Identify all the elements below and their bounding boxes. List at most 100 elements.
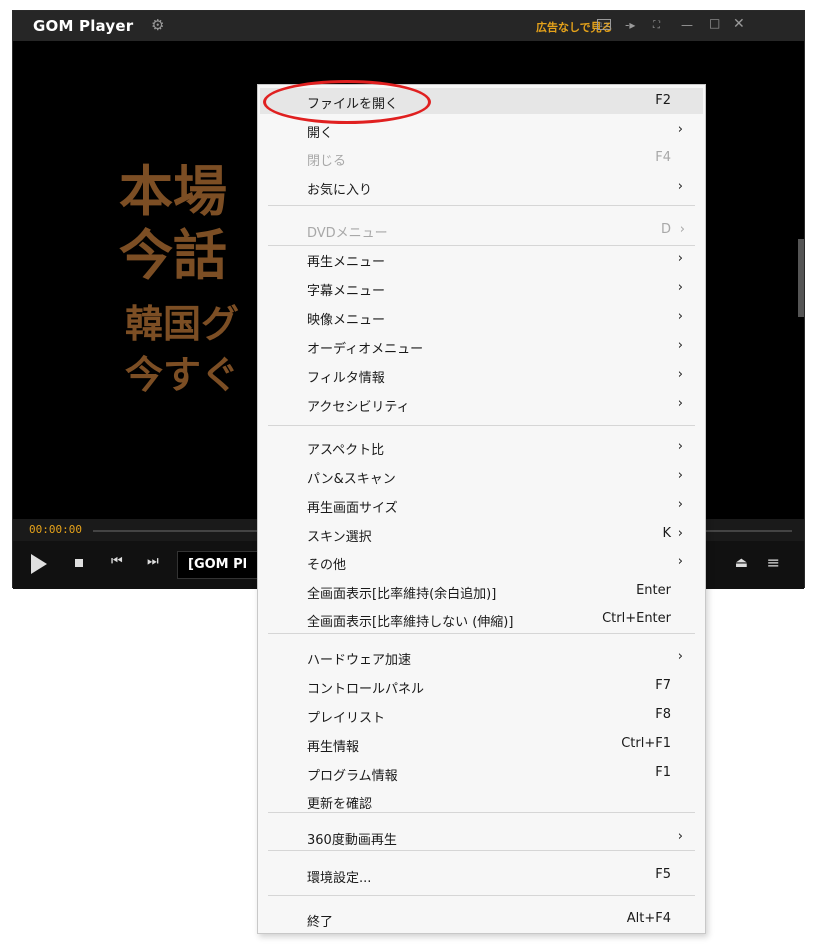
menu-item-label: 映像メニュー	[307, 313, 386, 328]
chevron-right-icon: ›	[677, 526, 683, 541]
menu-separator	[268, 812, 695, 813]
menu-item[interactable]: 全画面表示[比率維持しない (伸縮)] Ctrl+Enter	[260, 606, 703, 632]
menu-separator	[268, 205, 695, 206]
chevron-right-icon: ›	[677, 468, 683, 483]
menu-item-label: オーディオメニュー	[307, 342, 424, 357]
menu-item-label: 再生画面サイズ	[307, 501, 398, 516]
menu-item-label: 360度動画再生	[307, 833, 397, 848]
menu-item[interactable]: 再生画面サイズ ›	[260, 492, 703, 518]
ratio-button[interactable]: 1:1	[597, 19, 611, 30]
close-icon[interactable]: ✕	[733, 16, 745, 32]
menu-item-shortcut: Alt+F4	[626, 911, 671, 926]
menu-item[interactable]: その他 ›	[260, 549, 703, 575]
menu-item-shortcut: F8	[655, 707, 671, 722]
menu-item-shortcut: F2	[655, 93, 671, 108]
menu-item-label: 開く	[307, 126, 334, 141]
menu-item-label: お気に入り	[307, 183, 373, 198]
play-icon[interactable]	[31, 554, 47, 574]
menu-item[interactable]: フィルタ情報 ›	[260, 362, 703, 388]
menu-item-label: アスペクト比	[307, 443, 385, 458]
menu-item-shortcut: Enter	[636, 583, 671, 598]
menu-item-label: その他	[307, 558, 347, 573]
app-logo[interactable]: GOM Player	[33, 17, 133, 35]
menu-item[interactable]: 環境設定... F5	[260, 862, 703, 888]
menu-item-shortcut: Ctrl+Enter	[602, 611, 671, 626]
title-bar[interactable]: GOM Player ⚙ 広告なしで見る 1:1 ‑▸ ⛶ — □ ✕	[13, 11, 804, 41]
time-readout: 00:00:00	[29, 523, 82, 536]
menu-item[interactable]: オーディオメニュー ›	[260, 333, 703, 359]
menu-item[interactable]: プログラム情報 F1	[260, 760, 703, 786]
context-menu: ファイルを開く F2 開く › 閉じる F4 お気に入り › DVDメニュー D › 再生メニュー › 字…	[257, 84, 706, 934]
ad-banner-line: 今話	[119, 224, 227, 287]
maximize-icon[interactable]: □	[709, 16, 720, 30]
menu-item[interactable]: アスペクト比 ›	[260, 434, 703, 460]
menu-item-label: 再生情報	[307, 740, 360, 755]
menu-item[interactable]: 字幕メニュー ›	[260, 275, 703, 301]
menu-item[interactable]: プレイリスト F8	[260, 702, 703, 728]
chevron-right-icon: ›	[677, 367, 683, 382]
menu-item[interactable]: パン&スキャン ›	[260, 463, 703, 489]
menu-item-label: 字幕メニュー	[307, 284, 386, 299]
minimize-icon[interactable]: —	[681, 18, 693, 32]
menu-item-label: コントロールパネル	[307, 682, 425, 697]
menu-item[interactable]: お気に入り ›	[260, 174, 703, 200]
menu-item-label: スキン選択	[307, 530, 372, 545]
menu-separator	[268, 850, 695, 851]
menu-item: DVDメニュー D ›	[260, 217, 703, 243]
menu-item-label: フィルタ情報	[307, 371, 385, 386]
chevron-right-icon: ›	[677, 396, 683, 411]
hamburger-menu-icon[interactable]: ≡	[767, 553, 780, 572]
chevron-right-icon: ›	[677, 554, 683, 569]
menu-item-label: 環境設定...	[307, 871, 372, 886]
stop-icon[interactable]	[75, 559, 83, 567]
menu-item-label: プレイリスト	[307, 711, 386, 726]
chevron-right-icon: ›	[677, 497, 683, 512]
fullscreen-icon[interactable]: ⛶	[653, 20, 660, 31]
menu-item[interactable]: 再生情報 Ctrl+F1	[260, 731, 703, 757]
chevron-right-icon: ›	[677, 829, 683, 844]
chevron-right-icon: ›	[679, 222, 685, 237]
menu-item[interactable]: 終了 Alt+F4	[260, 906, 703, 932]
chevron-right-icon: ›	[677, 338, 683, 353]
annotation-circle	[263, 80, 431, 124]
gear-icon[interactable]: ⚙	[151, 16, 164, 34]
menu-item-label: 再生メニュー	[307, 255, 386, 270]
menu-item-label: DVDメニュー	[307, 226, 388, 241]
menu-item-label: パン&スキャン	[307, 472, 396, 487]
menu-item-shortcut: F5	[655, 867, 671, 882]
chevron-right-icon: ›	[677, 280, 683, 295]
menu-separator	[268, 245, 695, 246]
chevron-right-icon: ›	[677, 649, 683, 664]
menu-item: 閉じる F4	[260, 145, 703, 171]
menu-item-label: 閉じる	[307, 154, 347, 169]
pin-icon[interactable]: ‑▸	[625, 18, 635, 32]
menu-item-shortcut: Ctrl+F1	[621, 736, 671, 751]
ad-banner-line: 韓国グ	[125, 302, 240, 346]
menu-item[interactable]: 全画面表示[比率維持(余白追加)] Enter	[260, 578, 703, 604]
menu-item[interactable]: 再生メニュー ›	[260, 246, 703, 272]
menu-item-label: プログラム情報	[307, 769, 398, 784]
menu-item-shortcut: F4	[655, 150, 671, 165]
menu-item-label: 全画面表示[比率維持(余白追加)]	[307, 587, 497, 602]
chevron-right-icon: ›	[677, 179, 683, 194]
menu-item-shortcut: F1	[655, 765, 671, 780]
menu-item[interactable]: スキン選択 K ›	[260, 521, 703, 547]
menu-item[interactable]: 更新を確認	[260, 788, 703, 814]
menu-separator	[268, 895, 695, 896]
side-panel-handle[interactable]	[798, 239, 804, 317]
eject-icon[interactable]: ⏏	[735, 555, 748, 571]
menu-item-label: アクセシビリティ	[307, 400, 410, 415]
menu-item[interactable]: 360度動画再生 ›	[260, 824, 703, 850]
next-icon[interactable]: ⏭	[147, 554, 159, 569]
ad-banner-line: 今すぐ	[125, 353, 240, 397]
menu-item[interactable]: アクセシビリティ ›	[260, 391, 703, 417]
menu-separator	[268, 425, 695, 426]
chevron-right-icon: ›	[677, 309, 683, 324]
menu-item[interactable]: ハードウェア加速 ›	[260, 644, 703, 670]
previous-icon[interactable]: ⏮	[111, 554, 123, 569]
chevron-right-icon: ›	[677, 251, 683, 266]
menu-item[interactable]: コントロールパネル F7	[260, 673, 703, 699]
menu-item[interactable]: 映像メニュー ›	[260, 304, 703, 330]
menu-item-shortcut: K	[662, 526, 671, 541]
chevron-right-icon: ›	[677, 122, 683, 137]
